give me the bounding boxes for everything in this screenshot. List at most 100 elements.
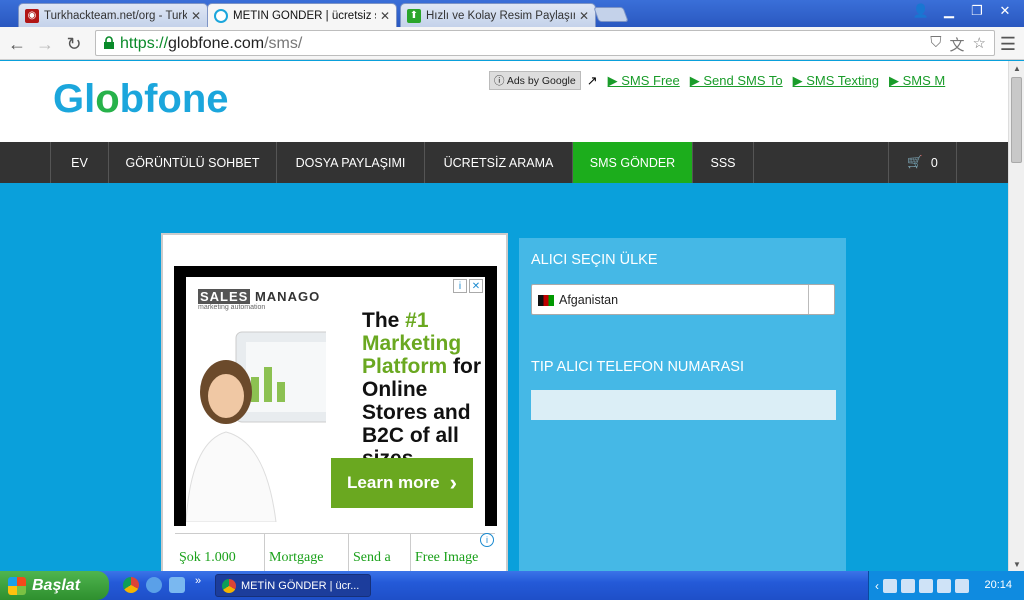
learn-more-button[interactable]: Learn more › bbox=[331, 458, 473, 508]
upload-favicon-icon: ⬆ bbox=[407, 8, 421, 23]
ads-by-google-label[interactable]: ⓘ Ads by Google bbox=[489, 71, 581, 90]
brand-sub: marketing automation bbox=[198, 304, 266, 311]
phone-number-input[interactable] bbox=[531, 390, 836, 420]
chrome-icon[interactable] bbox=[123, 577, 139, 593]
phone-heading: TIP ALICI TELEFON NUMARASI bbox=[531, 359, 744, 375]
woman-photo-icon bbox=[186, 331, 326, 522]
page-scrollbar[interactable]: ▲ ▼ bbox=[1008, 61, 1024, 571]
tab-resim-paylasim[interactable]: ⬆ Hızlı ve Kolay Resim Paylaşım ✕ bbox=[400, 3, 596, 27]
nav-item-sss[interactable]: SSS bbox=[692, 142, 754, 183]
tray-expand-icon[interactable]: ‹ bbox=[875, 579, 879, 593]
page-content: Globfone ⓘ Ads by Google ↗ ▶ SMS Free ▶ … bbox=[0, 61, 1008, 571]
forward-icon[interactable]: → bbox=[34, 33, 56, 55]
country-value: Afganistan bbox=[559, 293, 619, 307]
taskbar-window-title: METİN GÖNDER | ücr... bbox=[241, 579, 360, 592]
brand-rest: MANAGO bbox=[254, 289, 321, 304]
taskbar-window-chrome[interactable]: METİN GÖNDER | ücr... bbox=[215, 574, 371, 597]
banner-ad-inner: SALES MANAGO marketing automation The #1… bbox=[186, 277, 485, 526]
salesmanago-logo: SALES MANAGO marketing automation bbox=[198, 289, 320, 311]
media-player-icon[interactable] bbox=[169, 577, 185, 593]
learn-more-label: Learn more bbox=[347, 473, 440, 492]
ad-link[interactable]: ▶ SMS Texting bbox=[793, 73, 879, 89]
tab-turkhackteam[interactable]: ◉ Turkhackteam.net/org - Turk ✕ bbox=[18, 3, 208, 27]
address-bar[interactable]: https://globfone.com/sms/ ⛉ 文 ☆ bbox=[95, 30, 995, 56]
banner-ad[interactable]: SALES MANAGO marketing automation The #1… bbox=[174, 266, 497, 526]
close-icon[interactable]: ✕ bbox=[579, 9, 589, 23]
adchoices-icon[interactable]: i bbox=[480, 533, 494, 547]
tab-metin-gonder[interactable]: METİN GÖNDER | ücretsiz sm ✕ bbox=[207, 3, 397, 27]
back-icon[interactable]: ← bbox=[6, 33, 28, 55]
brand-box: SALES bbox=[198, 289, 251, 304]
browser-toolbar: ← → ↻ https://globfone.com/sms/ ⛉ 文 ☆ ☰ bbox=[0, 27, 1024, 60]
cart-icon: 🛒 bbox=[907, 155, 923, 169]
nav-item-sms-gonder[interactable]: SMS GÖNDER bbox=[572, 142, 692, 183]
internet-explorer-icon[interactable] bbox=[146, 577, 162, 593]
volume-icon[interactable] bbox=[901, 578, 915, 593]
star-icon[interactable]: ☆ bbox=[973, 34, 986, 55]
logo-part: Gl bbox=[53, 77, 96, 121]
ad-link[interactable]: ▶ Send SMS To bbox=[690, 73, 783, 89]
reload-icon[interactable]: ↻ bbox=[63, 33, 85, 55]
close-icon[interactable]: ✕ bbox=[380, 9, 390, 23]
shield-icon[interactable]: ⛉ bbox=[930, 34, 941, 55]
nav-item-ucretsiz-arama[interactable]: ÜCRETSİZ ARAMA bbox=[424, 142, 572, 183]
restore-button[interactable]: ❐ bbox=[964, 2, 990, 20]
globfone-favicon-icon bbox=[214, 8, 228, 23]
quicklaunch-chevron-icon[interactable]: » bbox=[195, 575, 201, 587]
close-icon[interactable]: ✕ bbox=[469, 279, 483, 293]
nav-item-ev[interactable]: EV bbox=[50, 142, 108, 183]
start-label: Başlat bbox=[32, 576, 81, 594]
ad-link[interactable]: ▶ SMS M bbox=[889, 73, 945, 89]
omnibox-icons: ⛉ 文 ☆ bbox=[930, 34, 986, 55]
security-icon[interactable] bbox=[937, 578, 951, 593]
globfone-logo[interactable]: Globfone bbox=[53, 77, 229, 122]
country-heading: ALICI SEÇIN ÜLKE bbox=[531, 252, 658, 268]
url-path: /sms/ bbox=[264, 35, 303, 52]
tab-title: Turkhackteam.net/org - Turk bbox=[44, 9, 187, 22]
text-ads-row: Şok 1.000 Mortgage Send a Free Image bbox=[175, 533, 495, 571]
translate-icon[interactable]: 文 bbox=[950, 34, 965, 55]
tab-strip: ◉ Turkhackteam.net/org - Turk ✕ METİN GÖ… bbox=[0, 0, 1024, 27]
close-icon[interactable]: ✕ bbox=[191, 9, 201, 23]
nav-item-goruntulu-sohbet[interactable]: GÖRÜNTÜLÜ SOHBET bbox=[108, 142, 276, 183]
tray-icon[interactable] bbox=[883, 578, 897, 593]
info-icon[interactable]: i bbox=[453, 279, 467, 293]
scroll-up-icon[interactable]: ▲ bbox=[1009, 61, 1024, 75]
afghanistan-flag-icon bbox=[538, 295, 554, 306]
turkhackteam-favicon-icon: ◉ bbox=[25, 8, 39, 23]
text-ad[interactable]: Send a bbox=[349, 534, 411, 571]
minimize-button[interactable]: ▁ bbox=[936, 2, 962, 20]
text-ad[interactable]: Şok 1.000 bbox=[175, 534, 265, 571]
scroll-down-icon[interactable]: ▼ bbox=[1009, 557, 1024, 571]
windows-taskbar: Başlat » METİN GÖNDER | ücr... ‹ 20:14 bbox=[0, 571, 1024, 600]
cart-button[interactable]: 🛒 0 bbox=[888, 142, 956, 183]
external-link-icon: ↗ bbox=[586, 72, 598, 88]
url-text: https://globfone.com/sms/ bbox=[120, 35, 302, 53]
menu-icon[interactable]: ☰ bbox=[1000, 34, 1016, 55]
start-button[interactable]: Başlat bbox=[0, 571, 109, 600]
new-tab-button[interactable] bbox=[593, 7, 629, 22]
ad-link[interactable]: ▶ SMS Free bbox=[608, 73, 680, 89]
ad-box: SALES MANAGO marketing automation The #1… bbox=[161, 233, 508, 571]
nav-item-dosya-paylasimi[interactable]: DOSYA PAYLAŞIMI bbox=[276, 142, 424, 183]
cart-count: 0 bbox=[930, 155, 938, 170]
windows-logo-icon bbox=[8, 576, 26, 595]
monitor-icon[interactable] bbox=[955, 578, 969, 593]
text-ad[interactable]: Mortgage bbox=[265, 534, 349, 571]
ad-links-bar: ⓘ Ads by Google ↗ ▶ SMS Free ▶ Send SMS … bbox=[489, 71, 957, 90]
window-controls: 👤 ▁ ❐ ✕ bbox=[908, 2, 1018, 20]
url-scheme: https:// bbox=[120, 35, 169, 52]
dropdown-arrow[interactable] bbox=[808, 285, 834, 314]
ad-headline: The #1 Marketing Platform for Online Sto… bbox=[362, 309, 482, 470]
logo-part: o bbox=[95, 77, 120, 121]
user-icon[interactable]: 👤 bbox=[908, 2, 934, 20]
lock-icon bbox=[104, 36, 114, 49]
ads-label-text: Ads by Google bbox=[506, 75, 576, 87]
country-select[interactable]: Afganistan bbox=[531, 284, 835, 315]
logo-part: bfone bbox=[119, 77, 229, 121]
scroll-thumb[interactable] bbox=[1011, 77, 1022, 163]
sms-form-panel: ALICI SEÇIN ÜLKE Afganistan TIP ALICI TE… bbox=[519, 238, 846, 571]
close-window-button[interactable]: ✕ bbox=[992, 2, 1018, 20]
network-icon[interactable] bbox=[919, 578, 933, 593]
url-host: globfone.com bbox=[168, 35, 265, 52]
